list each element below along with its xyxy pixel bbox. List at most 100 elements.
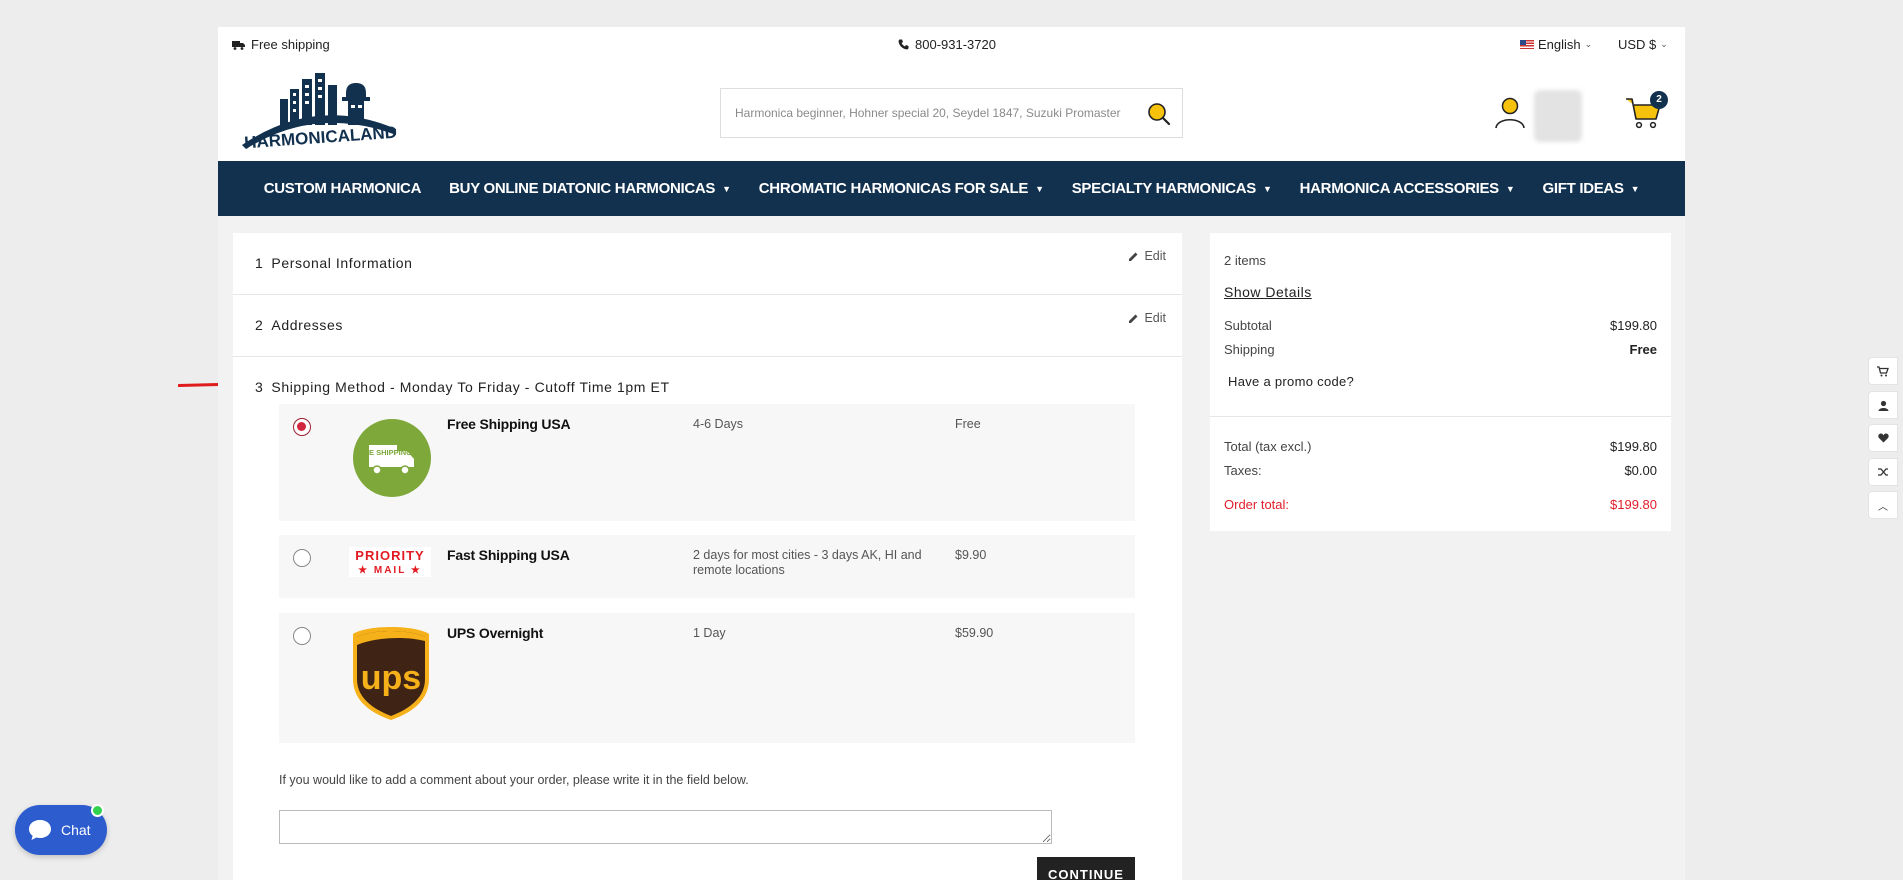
order-total-label: Order total: <box>1224 497 1290 512</box>
nav-item-custom-harmonica[interactable]: CUSTOM HARMONICA <box>250 180 435 197</box>
nav-item-specialty-harmonicas[interactable]: SPECIALTY HARMONICAS ▼ <box>1058 180 1286 197</box>
step-personal-information: 1 Personal Information Edit <box>233 233 1182 295</box>
page-container: Free shipping 800-931-3720 English ⌄ USD… <box>218 27 1685 880</box>
currency-label: USD $ <box>1618 37 1657 52</box>
step-number: 2 <box>255 317 264 333</box>
nav-item-label: SPECIALTY HARMONICAS <box>1071 180 1257 197</box>
nav-item-label: HARMONICA ACCESSORIES <box>1299 180 1500 197</box>
nav-item-label: CUSTOM HARMONICA <box>263 180 422 197</box>
side-compare-button[interactable] <box>1868 458 1898 486</box>
taxes-label: Taxes: <box>1224 463 1262 478</box>
user-icon <box>1878 400 1888 411</box>
cart-count-badge: 2 <box>1650 91 1668 109</box>
items-count: 2 items <box>1224 253 1266 268</box>
avatar <box>1534 90 1582 142</box>
pencil-icon <box>1129 252 1138 261</box>
nav-item-harmonica-accessories[interactable]: HARMONICA ACCESSORIES ▼ <box>1286 180 1529 197</box>
side-account-button[interactable] <box>1868 391 1898 419</box>
nav-item-label: BUY ONLINE DIATONIC HARMONICAS <box>449 180 716 197</box>
nav-item-gift-ideas[interactable]: GIFT IDEAS ▼ <box>1529 180 1654 197</box>
order-total-value: $199.80 <box>1610 497 1657 512</box>
edit-label: Edit <box>1144 311 1166 325</box>
currency-selector[interactable]: USD $ ⌄ <box>1618 37 1668 52</box>
online-status-dot <box>91 804 104 817</box>
delivery-time: 4-6 Days <box>693 417 744 431</box>
shipping-radio-ups[interactable] <box>293 627 311 645</box>
comment-label: If you would like to add a comment about… <box>279 773 749 787</box>
chevron-down-icon: ▼ <box>1263 183 1272 194</box>
phone-contact[interactable]: 800-931-3720 <box>898 37 996 52</box>
logo-wordmark: HARMONICALAND <box>244 123 398 153</box>
language-selector[interactable]: English ⌄ <box>1520 37 1592 52</box>
nav-item-label: GIFT IDEAS <box>1542 180 1624 197</box>
free-shipping-logo: FREE SHIPPING <box>353 419 431 497</box>
carrier-name: Fast Shipping USA <box>447 547 570 563</box>
delivery-time: 1 Day <box>693 626 726 640</box>
edit-addresses-button[interactable]: Edit <box>1128 311 1166 325</box>
nav-item-label: CHROMATIC HARMONICAS FOR SALE <box>758 180 1029 197</box>
free-shipping-text: Free shipping <box>251 37 330 52</box>
shipping-price: Free <box>955 417 981 431</box>
priority-mail-logo: PRIORITY ★ MAIL ★ <box>349 547 431 577</box>
continue-button[interactable]: CONTINUE <box>1037 857 1135 880</box>
total-excl-row: Total (tax excl.) $199.80 <box>1224 439 1657 454</box>
step-title-text: Personal Information <box>271 255 413 271</box>
taxes-row: Taxes: $0.00 <box>1224 463 1657 478</box>
free-shipping-logo-text: FREE SHIPPING <box>354 448 412 457</box>
nav-item-chromatic-harmonicas[interactable]: CHROMATIC HARMONICAS FOR SALE ▼ <box>745 180 1058 197</box>
step-title-text: Addresses <box>271 317 343 333</box>
phone-icon <box>898 39 909 50</box>
main-navigation: CUSTOM HARMONICA BUY ONLINE DIATONIC HAR… <box>218 161 1685 216</box>
top-bar: Free shipping 800-931-3720 English ⌄ USD… <box>218 27 1685 61</box>
phone-number: 800-931-3720 <box>915 37 996 52</box>
nav-item-diatonic-harmonicas[interactable]: BUY ONLINE DIATONIC HARMONICAS ▼ <box>435 180 745 197</box>
site-header: HARMONICALAND 2 <box>218 61 1685 161</box>
shipping-option-fast[interactable]: PRIORITY ★ MAIL ★ Fast Shipping USA 2 da… <box>279 535 1135 598</box>
shipping-row: Shipping Free <box>1224 342 1657 357</box>
shipping-price: $9.90 <box>955 548 987 562</box>
cart-button[interactable]: 2 <box>1624 91 1668 131</box>
step-title: 2 Addresses <box>255 317 343 333</box>
shipping-radio-fast[interactable] <box>293 549 311 567</box>
shipping-value: Free <box>1629 342 1657 357</box>
edit-personal-information-button[interactable]: Edit <box>1128 249 1166 263</box>
shipping-option-free[interactable]: FREE SHIPPING Free Shipping USA 4-6 Days… <box>279 404 1135 521</box>
chevron-down-icon: ⌄ <box>1584 39 1593 49</box>
chat-bubble-icon <box>29 820 51 840</box>
summary-divider <box>1210 416 1671 417</box>
side-wishlist-button[interactable] <box>1868 424 1898 452</box>
side-scroll-top-button[interactable]: ︿ <box>1868 491 1898 519</box>
chevron-down-icon: ▼ <box>722 183 731 194</box>
chevron-down-icon: ▼ <box>1505 183 1515 194</box>
ups-logo: ups <box>353 627 429 720</box>
promo-code-link[interactable]: Have a promo code? <box>1228 374 1354 389</box>
items-count-row: 2 items <box>1224 253 1657 268</box>
step-number: 1 <box>255 255 264 271</box>
order-comment-textarea[interactable] <box>279 810 1052 844</box>
chat-label: Chat <box>61 822 91 838</box>
search-input[interactable] <box>735 103 1135 123</box>
step-shipping-method-title: 3 Shipping Method - Monday To Friday - Cu… <box>255 379 670 395</box>
total-excl-label: Total (tax excl.) <box>1224 439 1312 454</box>
harmonicaland-logo[interactable]: HARMONICALAND <box>236 65 406 153</box>
shipping-price: $59.90 <box>955 626 994 640</box>
show-details-link[interactable]: Show Details <box>1224 284 1312 300</box>
search-icon[interactable] <box>1146 101 1172 127</box>
search-bar <box>720 88 1183 138</box>
delivery-time: 2 days for most cities - 3 days AK, HI a… <box>693 548 922 577</box>
shipping-option-ups[interactable]: ups UPS Overnight 1 Day $59.90 <box>279 613 1135 743</box>
step-title: 1 Personal Information <box>255 255 413 271</box>
step-addresses: 2 Addresses Edit <box>233 295 1182 357</box>
chat-widget-button[interactable]: Chat <box>15 804 107 855</box>
ups-logo-text: ups <box>361 659 421 697</box>
side-cart-button[interactable] <box>1868 357 1898 385</box>
checkout-steps: 1 Personal Information Edit 2 Addresses Ed… <box>233 233 1182 880</box>
carrier-name: Free Shipping USA <box>447 416 571 432</box>
chevron-down-icon: ⌄ <box>1660 39 1668 49</box>
priority-mail-logo-line1: PRIORITY <box>355 548 424 563</box>
taxes-value: $0.00 <box>1624 463 1657 478</box>
shuffle-icon <box>1877 468 1888 476</box>
shipping-radio-free[interactable] <box>293 418 311 436</box>
chevron-down-icon: ▼ <box>1035 183 1044 194</box>
user-account-icon[interactable] <box>1494 95 1526 129</box>
